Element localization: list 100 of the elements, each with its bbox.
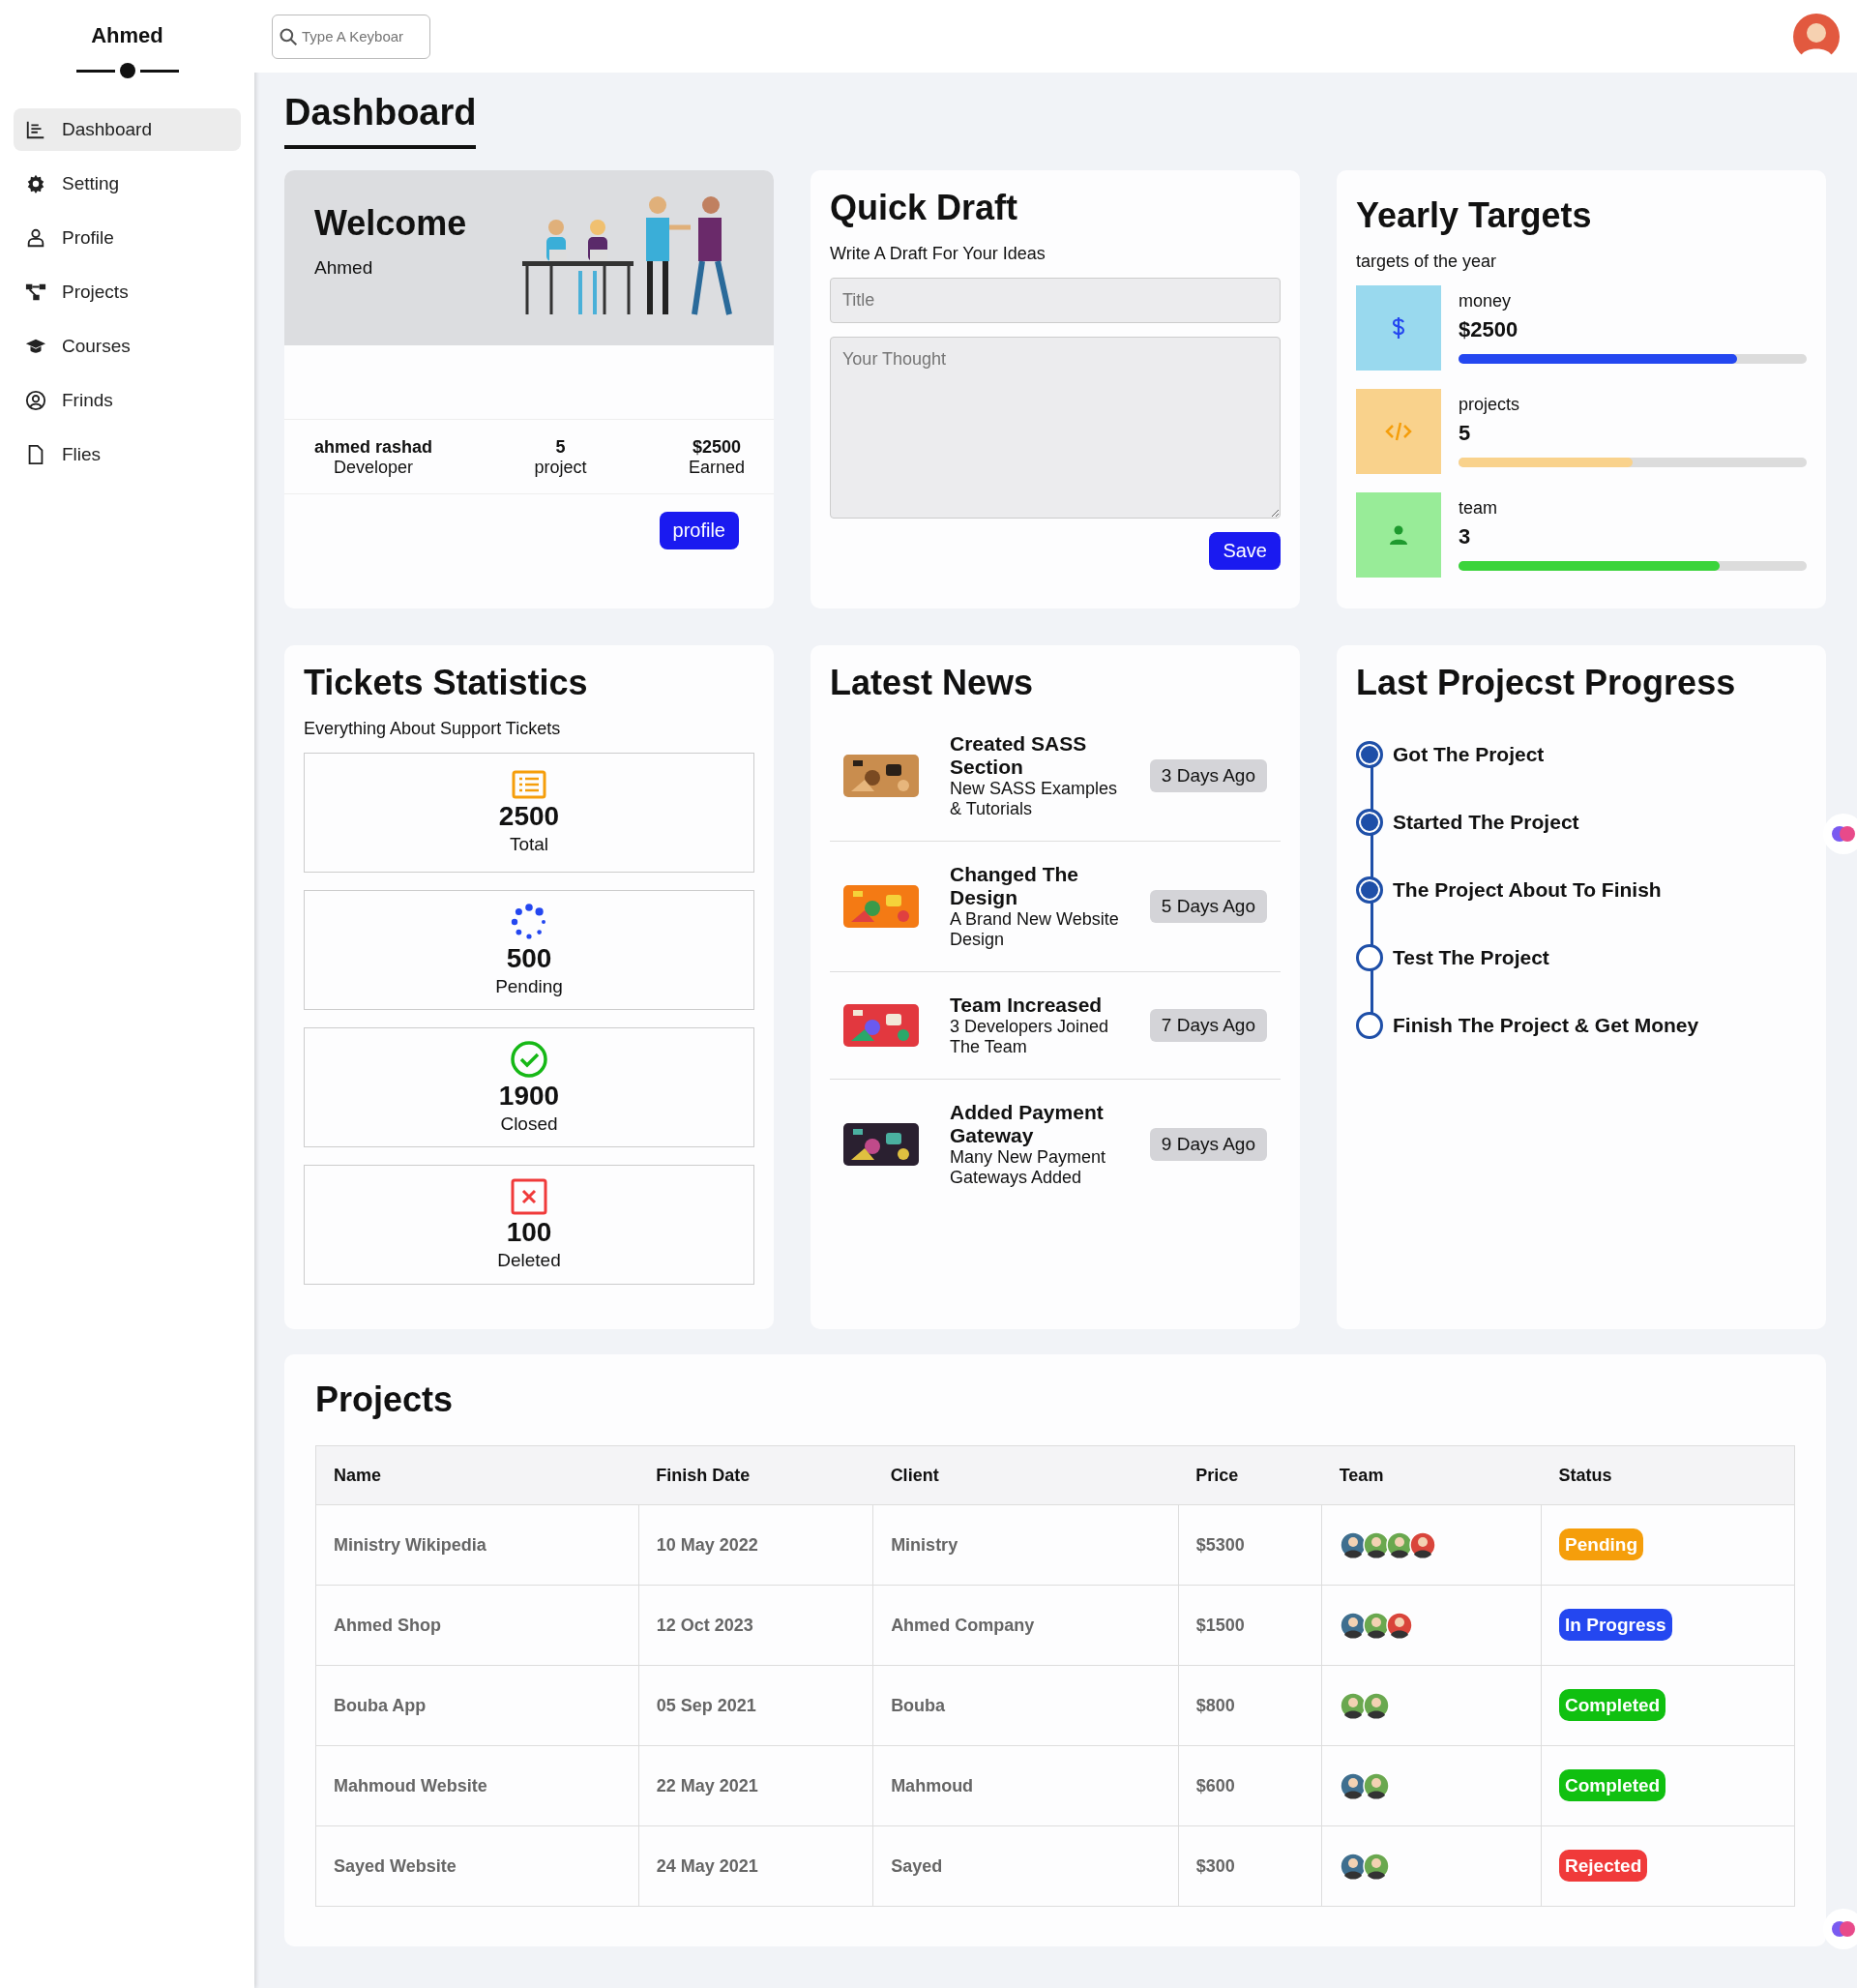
step-label: Got The Project [1393,743,1545,766]
sidebar-item[interactable]: Frinds [14,379,241,422]
news-title: Changed The Design [950,863,1079,909]
sidebar-item[interactable]: Setting [14,163,241,205]
column-header: Team [1321,1445,1542,1505]
column-header: Client [872,1445,1179,1505]
step-label: The Project About To Finish [1393,878,1662,902]
step-label: Finish The Project & Get Money [1393,1014,1699,1037]
code-icon [1385,422,1412,441]
sidebar-item[interactable]: Flies [14,433,241,476]
status-label: In Progress [1559,1609,1672,1641]
target-label: money [1459,291,1513,312]
stat-label: Developer [333,458,415,478]
stat-value: $2500 [691,437,742,458]
user-name: Ahmed [314,257,374,279]
table-cell: Ministry Wikipedia [315,1504,639,1586]
table-cell: Bouba [872,1665,1179,1746]
stat-label: Earned [688,458,745,478]
table-cell: $800 [1178,1665,1322,1746]
column-header: Status [1541,1445,1795,1505]
status-label: Completed [1559,1689,1666,1721]
table-cell: 22 May 2021 [638,1745,873,1826]
stat-label: project [534,458,587,478]
step-label: Started The Project [1393,811,1579,834]
settings-icon [25,173,46,194]
brand-name: Ahmed [91,23,163,48]
target-label: team [1459,498,1499,519]
time-label: 3 Days Ago [1149,759,1267,792]
close-square-icon [511,1178,547,1215]
ticket-label: Closed [500,1113,558,1135]
news-title: Team Increased [950,994,1104,1017]
search-icon [279,26,298,46]
target-value: 5 [1459,421,1472,446]
thought-field[interactable]: Your Thought [830,337,1281,519]
ticket-count: 100 [506,1217,552,1248]
user-circle-icon [25,390,46,411]
table-cell: Sayed Website [315,1825,639,1907]
ticket-label: Total [509,834,549,855]
news-title: Created SASS Section [950,732,1088,779]
title-field[interactable]: Title [830,278,1281,323]
table-cell: 05 Sep 2021 [638,1665,873,1746]
news-text: New SASS Examples & Tutorials [950,779,1119,819]
stat-value: 5 [554,437,567,458]
table-cell: Bouba App [315,1665,639,1746]
time-label: 7 Days Ago [1149,1009,1267,1042]
card-title: Tickets Statistics [304,663,589,703]
ticket-count: 1900 [498,1081,560,1112]
divider-dot-icon [75,62,179,79]
table-cell: Ministry [872,1504,1179,1586]
card-title: Last Projecst Progress [1356,663,1737,703]
ticket-label: Pending [495,976,563,997]
table-cell: $1500 [1178,1585,1322,1666]
column-header: Finish Date [638,1445,873,1505]
status-label: Pending [1559,1528,1643,1560]
page-title: Dashboard [284,92,477,149]
stat-value: ahmed rashad [314,437,433,458]
table-cell: 24 May 2021 [638,1825,873,1907]
ticket-count: 2500 [498,801,560,832]
status-label: Rejected [1559,1850,1648,1882]
target-value: 3 [1459,524,1472,549]
search-field[interactable]: Type A Keyboar [272,14,430,59]
dollar-icon [1392,317,1405,339]
column-header: Name [315,1445,639,1505]
avatar-icon[interactable] [1793,13,1840,60]
time-label: 5 Days Ago [1149,890,1267,923]
table-cell: Ahmed Shop [315,1585,639,1666]
status-label: Completed [1559,1769,1666,1801]
table-cell: $5300 [1178,1504,1322,1586]
ticket-label: Deleted [497,1250,561,1271]
table-cell: Ahmed Company [872,1585,1179,1666]
step-label: Test The Project [1393,946,1549,969]
card-subtitle: Write A Draft For Your Ideas [830,244,1046,264]
news-text: Many New Payment Gateways Added [950,1147,1107,1188]
welcome-title: Welcome [314,203,467,244]
card-subtitle: Everything About Support Tickets [304,719,562,739]
card-title: Yearly Targets [1356,195,1593,236]
card-title: Projects [315,1380,455,1420]
table-cell: $300 [1178,1825,1322,1907]
sidebar-item[interactable]: Courses [14,325,241,368]
list-icon [512,770,546,799]
news-title: Added Payment Gateway [950,1101,1105,1147]
spinner-icon [510,903,548,941]
news-text: 3 Developers Joined The Team [950,1017,1110,1057]
news-text: A Brand New Website Design [950,909,1119,950]
column-header: Price [1178,1445,1322,1505]
profile-button[interactable]: profile [659,512,739,549]
target-value: $2500 [1459,317,1519,342]
sidebar-item[interactable]: Profile [14,217,241,259]
table-cell: 10 May 2022 [638,1504,873,1586]
time-label: 9 Days Ago [1149,1128,1267,1161]
sidebar-item[interactable]: Projects [14,271,241,313]
card-title: Latest News [830,663,1035,703]
save-button[interactable]: Save [1209,532,1281,570]
user-icon [25,227,46,249]
card-title: Quick Draft [830,188,1019,228]
table-cell: Mahmoud Website [315,1745,639,1826]
sidebar-item[interactable]: Dashboard [14,108,241,151]
check-circle-icon [510,1040,548,1079]
user-icon [1389,525,1408,545]
card-subtitle: targets of the year [1356,252,1498,272]
